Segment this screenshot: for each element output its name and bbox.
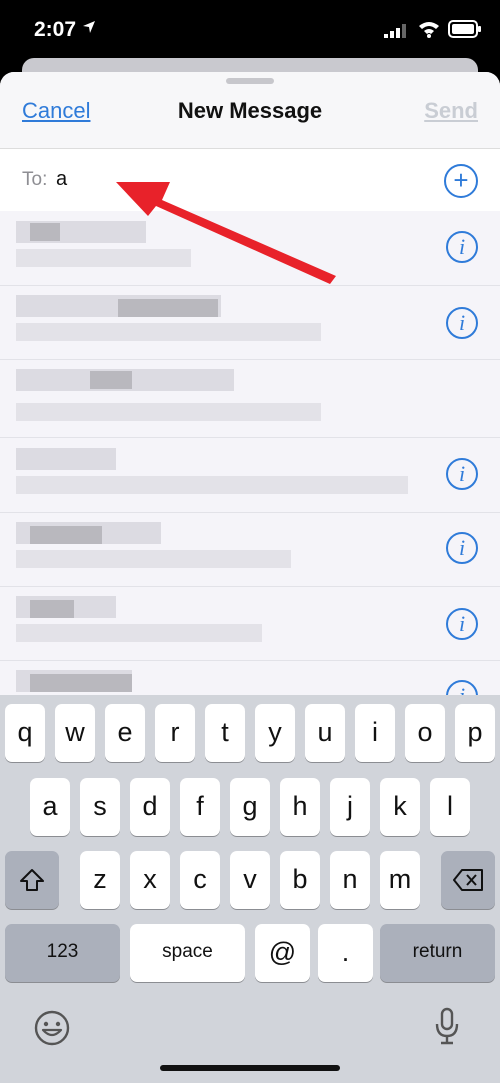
home-indicator[interactable]	[160, 1065, 340, 1071]
key-a[interactable]: a	[30, 778, 70, 836]
info-icon[interactable]: i	[446, 307, 478, 339]
info-icon[interactable]: i	[446, 458, 478, 490]
redacted-detail	[16, 323, 321, 341]
key-j[interactable]: j	[330, 778, 370, 836]
key-r[interactable]: r	[155, 704, 195, 762]
key-b[interactable]: b	[280, 851, 320, 909]
key-u[interactable]: u	[305, 704, 345, 762]
redacted-block	[118, 299, 218, 317]
list-item[interactable]: i	[0, 512, 500, 587]
info-icon[interactable]: i	[446, 608, 478, 640]
redacted-block	[30, 600, 74, 618]
list-item[interactable]: i	[0, 285, 500, 360]
info-icon[interactable]: i	[446, 231, 478, 263]
key-x[interactable]: x	[130, 851, 170, 909]
redacted-detail	[16, 476, 408, 494]
status-time: 2:07	[34, 18, 77, 41]
redacted-name	[16, 448, 116, 470]
plus-circle-icon[interactable]: +	[444, 164, 478, 198]
key-m[interactable]: m	[380, 851, 420, 909]
battery-icon	[448, 20, 481, 38]
new-message-sheet: Cancel New Message Send To: a + i i i i …	[0, 72, 500, 1083]
key-n[interactable]: n	[330, 851, 370, 909]
key-o[interactable]: o	[405, 704, 445, 762]
period-key[interactable]: .	[318, 924, 373, 982]
list-item[interactable]: i	[0, 586, 500, 661]
list-item[interactable]: i	[0, 438, 500, 513]
location-arrow-icon	[83, 21, 95, 33]
to-field-row[interactable]: To: a +	[0, 148, 500, 212]
info-icon[interactable]: i	[446, 680, 478, 695]
key-k[interactable]: k	[380, 778, 420, 836]
list-item[interactable]: i	[0, 660, 500, 695]
send-button[interactable]: Send	[424, 98, 478, 124]
key-i[interactable]: i	[355, 704, 395, 762]
contact-suggestions: i i i i i	[0, 211, 500, 695]
key-e[interactable]: e	[105, 704, 145, 762]
space-key[interactable]: space	[130, 924, 245, 982]
cellular-signal-icon	[384, 24, 406, 38]
key-w[interactable]: w	[55, 704, 95, 762]
list-item[interactable]	[0, 359, 500, 438]
redacted-detail	[16, 249, 191, 267]
key-f[interactable]: f	[180, 778, 220, 836]
shift-key[interactable]	[5, 851, 59, 909]
emoji-icon[interactable]	[33, 1009, 71, 1047]
status-bar: 2:07	[0, 0, 500, 62]
key-q[interactable]: q	[5, 704, 45, 762]
key-v[interactable]: v	[230, 851, 270, 909]
microphone-icon[interactable]	[434, 1007, 460, 1047]
delete-key[interactable]	[441, 851, 495, 909]
keyboard: q w e r t y u i o p a s d f g h j k l z …	[0, 695, 500, 1083]
wifi-icon	[419, 22, 439, 38]
redacted-block	[30, 674, 132, 692]
list-item[interactable]: i	[0, 211, 500, 286]
key-h[interactable]: h	[280, 778, 320, 836]
redacted-detail	[16, 403, 321, 421]
numbers-key[interactable]: 123	[5, 924, 120, 982]
to-input[interactable]: a	[56, 168, 67, 191]
redacted-block	[90, 371, 132, 389]
key-p[interactable]: p	[455, 704, 495, 762]
redacted-detail	[16, 624, 262, 642]
key-s[interactable]: s	[80, 778, 120, 836]
redacted-block	[30, 526, 102, 544]
key-y[interactable]: y	[255, 704, 295, 762]
backspace-icon	[453, 869, 483, 891]
navigation-bar: Cancel New Message Send	[0, 72, 500, 148]
info-icon[interactable]: i	[446, 532, 478, 564]
key-g[interactable]: g	[230, 778, 270, 836]
key-l[interactable]: l	[430, 778, 470, 836]
key-z[interactable]: z	[80, 851, 120, 909]
to-label: To:	[22, 169, 48, 190]
redacted-detail	[16, 550, 291, 568]
sheet-grabber[interactable]	[226, 78, 274, 84]
key-d[interactable]: d	[130, 778, 170, 836]
redacted-block	[30, 223, 60, 241]
key-t[interactable]: t	[205, 704, 245, 762]
return-key[interactable]: return	[380, 924, 495, 982]
at-key[interactable]: @	[255, 924, 310, 982]
key-c[interactable]: c	[180, 851, 220, 909]
shift-icon	[20, 869, 44, 891]
